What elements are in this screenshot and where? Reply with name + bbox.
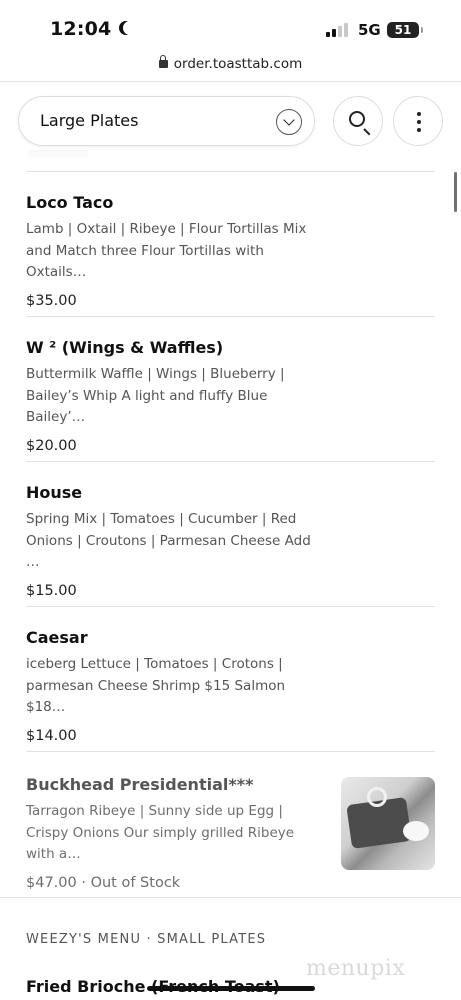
menu-item[interactable]: House Spring Mix | Tomatoes | Cucumber |…: [26, 482, 435, 599]
item-name: House: [26, 483, 83, 502]
chevron-down-icon: [276, 109, 302, 135]
battery-level: 51: [394, 23, 412, 37]
item-description: iceberg Lettuce | Tomatoes | Crotons | p…: [26, 656, 286, 715]
item-name: W ² (Wings & Waffles): [26, 338, 224, 357]
item-price: $20.00: [26, 437, 77, 454]
cellular-signal-icon: [326, 23, 350, 37]
item-divider: [26, 606, 435, 607]
out-of-stock-label: · Out of Stock: [81, 874, 181, 891]
category-dropdown[interactable]: Large Plates: [18, 96, 315, 146]
status-bar: 12:04 5G 51: [0, 0, 461, 56]
list-divider: [26, 171, 435, 172]
address-bar-divider: [0, 81, 461, 82]
item-description: Lamb | Oxtail | Ribeye | Flour Tortillas…: [26, 221, 307, 280]
home-indicator[interactable]: [147, 986, 315, 991]
egg-image: [403, 821, 429, 841]
item-price-row: $47.00 · Out of Stock: [26, 875, 435, 891]
clock-text: 12:04: [50, 18, 112, 40]
item-price: $15.00: [26, 582, 77, 599]
moon-icon: [123, 21, 137, 35]
battery-icon: 51: [387, 22, 423, 38]
item-price: $14.00: [26, 727, 77, 744]
section-header: WEEZY'S MENU · SMALL PLATES: [26, 932, 267, 947]
item-name: Caesar: [26, 628, 88, 647]
search-button[interactable]: [333, 96, 383, 146]
item-description: Buttermilk Waffle | Wings | Blueberry | …: [26, 366, 285, 425]
category-dropdown-label: Large Plates: [40, 111, 139, 130]
item-description: Tarragon Ribeye | Sunny side up Egg | Cr…: [26, 803, 295, 862]
address-bar[interactable]: order.toasttab.com: [0, 55, 461, 80]
url-text: order.toasttab.com: [173, 56, 303, 72]
onion-ring-image: [367, 787, 387, 807]
search-icon: [349, 111, 365, 127]
scrolled-content-fade: [28, 150, 88, 158]
item-description: Spring Mix | Tomatoes | Cucumber | Red O…: [26, 511, 311, 570]
network-type: 5G: [358, 21, 381, 39]
menu-item[interactable]: Loco Taco Lamb | Oxtail | Ribeye | Flour…: [26, 192, 435, 309]
item-photo: [341, 777, 435, 870]
scrollbar-thumb[interactable]: [454, 172, 457, 212]
lock-icon: [158, 55, 168, 68]
section-divider: [0, 897, 461, 898]
more-vertical-icon: [417, 112, 421, 132]
status-time: 12:04: [50, 18, 133, 40]
item-divider: [26, 461, 435, 462]
more-options-button[interactable]: [393, 96, 443, 146]
item-divider: [26, 316, 435, 317]
menupix-watermark: menupix: [306, 956, 406, 981]
item-price: $47.00: [26, 874, 77, 891]
menu-item[interactable]: W ² (Wings & Waffles) Buttermilk Waffle …: [26, 337, 435, 454]
item-price: $35.00: [26, 292, 77, 309]
menu-item[interactable]: Caesar iceberg Lettuce | Tomatoes | Crot…: [26, 627, 435, 744]
item-name: Loco Taco: [26, 193, 114, 212]
item-divider: [26, 751, 435, 752]
